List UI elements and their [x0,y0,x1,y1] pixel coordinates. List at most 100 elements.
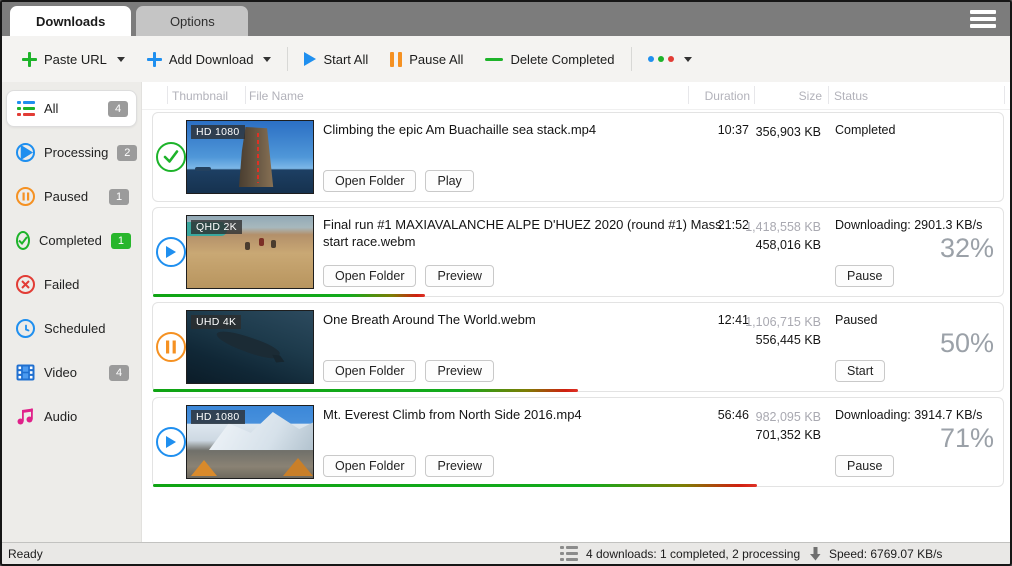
pause-all-label: Pause All [409,52,463,67]
play-circle-icon[interactable] [155,398,186,486]
islet-shape [195,167,211,171]
tab-options[interactable]: Options [136,6,248,36]
tab-downloads-label: Downloads [36,14,105,29]
sidebar-item-label: Completed [39,233,102,248]
download-row-4[interactable]: HD 1080 Mt. Everest Climb from North Sid… [152,397,1004,487]
count-badge: 2 [117,145,137,161]
size-value: 982,095 KB 701,352 KB [756,408,821,444]
delete-completed-button[interactable]: Delete Completed [479,46,620,73]
download-row-1[interactable]: HD 1080 Climbing the epic Am Buachaille … [152,112,1004,202]
speed-text: Speed: 6769.07 KB/s [829,547,942,561]
toolbar: Paste URL Add Download Start All Pause A… [2,36,1010,82]
video-thumbnail[interactable]: UHD 4K [186,310,314,384]
x-circle-icon [16,275,35,294]
more-menu-button[interactable] [642,50,698,68]
file-name: Climbing the epic Am Buachaille sea stac… [323,121,723,138]
count-badge: 4 [109,365,129,381]
preview-button[interactable]: Preview [425,360,493,382]
play-circle-icon[interactable] [155,208,186,296]
download-row-3[interactable]: UHD 4K One Breath Around The World.webm … [152,302,1004,392]
status-text: Downloading: 2901.3 KB/s [835,218,982,232]
status-text: Downloading: 3914.7 KB/s [835,408,982,422]
sidebar-item-all[interactable]: All 4 [6,90,137,127]
main-area: All 4 Processing 2 Paused 1 [2,82,1010,542]
sidebar-item-label: All [44,101,99,116]
start-all-label: Start All [323,52,368,67]
progress-percent: 50% [940,328,994,359]
rider-shape [245,242,250,250]
sidebar-item-failed[interactable]: Failed [6,266,137,303]
video-thumbnail[interactable]: HD 1080 [186,405,314,479]
open-folder-button[interactable]: Open Folder [323,360,416,382]
file-name: One Breath Around The World.webm [323,311,723,328]
toolbar-separator [287,47,288,71]
download-row-2[interactable]: QHD 2K Final run #1 MAXIAVALANCHE ALPE D… [152,207,1004,297]
count-badge: 1 [109,189,129,205]
progress-percent: 32% [940,233,994,264]
paste-url-label: Paste URL [44,52,107,67]
downloads-panel: Thumbnail File Name Duration Size Status… [142,82,1010,542]
pause-circle-icon[interactable] [155,303,186,391]
column-header-thumbnail: Thumbnail [172,89,228,103]
chevron-down-icon[interactable] [117,57,125,62]
pause-all-button[interactable]: Pause All [384,46,469,73]
plus-icon [22,52,37,67]
duration-value: 10:37 [718,123,749,137]
start-all-button[interactable]: Start All [298,46,374,73]
pause-button[interactable]: Pause [835,265,894,287]
play-circle-icon [16,143,35,162]
add-download-button[interactable]: Add Download [141,46,278,73]
sidebar-item-label: Video [44,365,100,380]
size-value: 356,903 KB [756,123,821,141]
status-ready-text: Ready [8,547,43,561]
tab-bar: Downloads Options [2,2,1010,36]
open-folder-button[interactable]: Open Folder [323,265,416,287]
sidebar-item-video[interactable]: Video 4 [6,354,137,391]
sidebar: All 4 Processing 2 Paused 1 [2,82,142,542]
file-name: Final run #1 MAXIAVALANCHE ALPE D'HUEZ 2… [323,216,723,250]
downloads-list[interactable]: HD 1080 Climbing the epic Am Buachaille … [142,110,1010,542]
sidebar-item-paused[interactable]: Paused 1 [6,178,137,215]
tab-downloads[interactable]: Downloads [10,6,131,36]
quality-badge: HD 1080 [191,410,245,424]
column-header-file-name: File Name [249,89,304,103]
minus-icon [485,58,503,61]
status-text: Paused [835,313,877,327]
progress-bar [153,294,425,297]
status-text: Completed [835,123,895,137]
rider-shape [271,240,276,248]
column-header-duration: Duration [705,89,750,103]
preview-button[interactable]: Preview [425,455,493,477]
sidebar-item-audio[interactable]: Audio [6,398,137,435]
film-icon [16,363,35,382]
file-name: Mt. Everest Climb from North Side 2016.m… [323,406,723,423]
play-button[interactable]: Play [425,170,473,192]
column-header-status: Status [834,89,868,103]
sidebar-item-processing[interactable]: Processing 2 [6,134,137,171]
open-folder-button[interactable]: Open Folder [323,455,416,477]
chevron-down-icon [684,57,692,62]
sidebar-item-completed[interactable]: Completed 1 [6,222,137,259]
pause-button[interactable]: Pause [835,455,894,477]
check-circle-icon[interactable] [155,113,186,201]
preview-button[interactable]: Preview [425,265,493,287]
whale-shape [214,326,281,363]
chevron-down-icon[interactable] [263,57,271,62]
play-icon [304,52,316,66]
download-manager-window: Downloads Options Paste URL Add Download… [0,0,1012,566]
list-icon [560,546,578,561]
quality-badge: UHD 4K [191,315,241,329]
hamburger-menu-icon[interactable] [970,10,996,28]
count-badge: 1 [111,233,131,249]
climbing-route-line [257,133,259,183]
video-thumbnail[interactable]: HD 1080 [186,120,314,194]
paste-url-button[interactable]: Paste URL [16,46,131,73]
add-download-label: Add Download [169,52,254,67]
video-thumbnail[interactable]: QHD 2K [186,215,314,289]
open-folder-button[interactable]: Open Folder [323,170,416,192]
toolbar-separator [631,47,632,71]
start-button[interactable]: Start [835,360,885,382]
sidebar-item-scheduled[interactable]: Scheduled [6,310,137,347]
download-arrow-icon [810,547,821,561]
status-bar: Ready 4 downloads: 1 completed, 2 proces… [2,542,1010,564]
